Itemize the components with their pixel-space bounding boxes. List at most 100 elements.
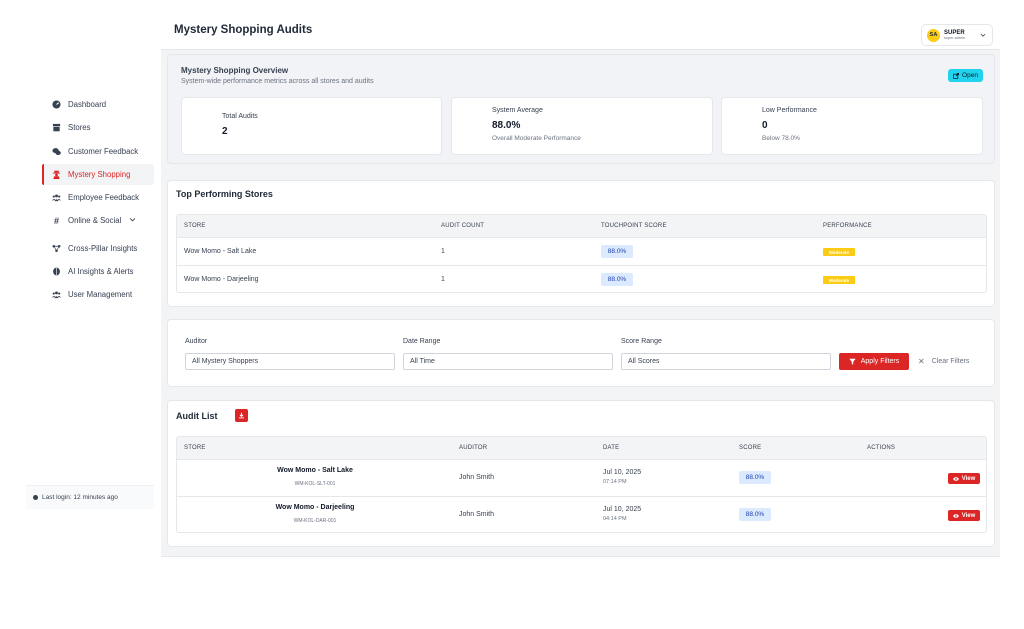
overview-card: Mystery Shopping Overview System-wide pe… [167, 54, 995, 164]
date-range-select[interactable]: All Time [403, 353, 613, 370]
store-name: Wow Momo - Salt Lake [277, 467, 353, 474]
score-range-label: Score Range [621, 338, 662, 345]
section-title: Top Performing Stores [176, 189, 273, 199]
sidebar-item-mystery-shopping[interactable]: Mystery Shopping [42, 163, 154, 185]
count-cell: 1 [441, 276, 445, 283]
download-icon [239, 412, 244, 419]
clear-filters-button[interactable]: ✕ Clear Filters [918, 357, 969, 366]
date-cell: Jul 10, 2025 [603, 506, 642, 513]
top-stores-table: STORE AUDIT COUNT TOUCHPOINT SCORE PERFO… [176, 214, 987, 293]
store-name: Wow Momo - Darjeeling [275, 504, 355, 511]
sidebar-item-label: Dashboard [68, 100, 107, 109]
dashboard-icon [52, 100, 61, 109]
performance-badge: Moderate [823, 248, 855, 256]
download-button[interactable] [235, 409, 248, 422]
score-pill: 88.0% [601, 273, 633, 286]
time-cell: 07:14 PM [603, 479, 627, 485]
sidebar-item-label: Mystery Shopping [68, 169, 131, 179]
external-link-icon [953, 72, 960, 79]
table-row: Wow Momo - Darjeeling 1 88.0% Moderate [177, 266, 986, 292]
score-range-select[interactable]: All Scores [621, 353, 831, 370]
sidebar-nav: Dashboard Stores Customer Feedback Myste… [42, 94, 154, 308]
sidebar-item-dashboard[interactable]: Dashboard [42, 94, 154, 115]
count-cell: 1 [441, 248, 445, 255]
time-cell: 04:14 PM [603, 516, 627, 522]
stat-label: Low Performance [762, 107, 817, 114]
store-cell: Wow Momo - Darjeeling [184, 276, 259, 283]
table-row: Wow Momo - Darjeeling WM-KOL-DAR-001 Joh… [177, 497, 986, 532]
top-bar: Mystery Shopping Audits SA SUPER super-a… [161, 0, 1000, 50]
network-icon [52, 244, 61, 253]
auditor-label: Auditor [185, 338, 208, 345]
column-header: PERFORMANCE [823, 223, 872, 229]
main-content: Mystery Shopping Audits SA SUPER super-a… [161, 0, 1000, 557]
hashtag-icon: # [53, 215, 59, 226]
table-row: Wow Momo - Salt Lake WM-KOL-SLT-001 John… [177, 460, 986, 497]
store-code: WM-KOL-DAR-001 [293, 518, 337, 524]
auditor-select[interactable]: All Mystery Shoppers [185, 353, 395, 370]
auditor-cell: John Smith [459, 511, 495, 518]
apply-filters-button[interactable]: Apply Filters [839, 353, 909, 370]
open-label: Open [962, 72, 978, 79]
stat-sub: Overall Moderate Performance [492, 135, 581, 142]
sidebar-item-label: Cross-Pillar Insights [68, 243, 138, 253]
sidebar-item-label: AI Insights & Alerts [68, 267, 134, 277]
store-icon [52, 123, 61, 132]
store-code: WM-KOL-SLT-001 [294, 481, 336, 487]
sidebar-item-cross-pillar-insights[interactable]: Cross-Pillar Insights [42, 238, 154, 259]
clear-filters-label: Clear Filters [931, 358, 970, 365]
date-range-label: Date Range [403, 338, 441, 345]
chevron-down-icon[interactable] [129, 216, 136, 225]
view-label: View [961, 475, 976, 482]
sidebar-item-stores[interactable]: Stores [42, 117, 154, 138]
table-row: Wow Momo - Salt Lake 1 88.0% Moderate [177, 238, 986, 266]
stat-value: 0 [762, 120, 768, 131]
sidebar: Dashboard Stores Customer Feedback Myste… [0, 0, 160, 510]
sidebar-item-user-management[interactable]: User Management [42, 284, 154, 305]
audit-list-table: STORE AUDITOR DATE SCORE ACTIONS Wow Mom… [176, 436, 987, 533]
table-header: STORE AUDITOR DATE SCORE ACTIONS [177, 437, 986, 460]
last-login: Last login: 12 minutes ago [26, 485, 154, 509]
eye-icon [953, 476, 959, 481]
user-info: SUPER super-admin [944, 30, 965, 41]
score-pill: 88.0% [601, 245, 633, 258]
stat-system-average: System Average 88.0% Overall Moderate Pe… [451, 97, 713, 155]
avatar: SA [927, 28, 940, 42]
stat-total-audits: Total Audits 2 [181, 97, 442, 155]
eye-icon [953, 513, 959, 518]
user-secret-icon [52, 170, 61, 179]
page-title: Mystery Shopping Audits [174, 24, 313, 36]
open-button[interactable]: Open [948, 69, 983, 82]
sidebar-item-customer-feedback[interactable]: Customer Feedback [42, 141, 154, 162]
view-label: View [961, 512, 976, 519]
sidebar-item-label: Employee Feedback [68, 193, 140, 203]
stat-value: 2 [222, 126, 228, 137]
users-icon [52, 193, 61, 202]
column-header: DATE [603, 445, 620, 451]
user-menu[interactable]: SA SUPER super-admin [921, 24, 993, 46]
sidebar-item-online-social[interactable]: # Online & Social [42, 210, 154, 231]
auditor-cell: John Smith [459, 474, 495, 481]
stat-sub: Below 78.0% [762, 135, 800, 142]
overview-title: Mystery Shopping Overview [181, 66, 289, 75]
sidebar-item-label: User Management [68, 290, 133, 300]
users-cog-icon [52, 290, 61, 299]
close-icon: ✕ [918, 357, 925, 366]
user-role: super-admin [944, 35, 966, 40]
sidebar-item-ai-insights[interactable]: AI Insights & Alerts [42, 261, 154, 282]
apply-filters-label: Apply Filters [860, 358, 900, 365]
user-name: SUPER [944, 29, 965, 36]
column-header: AUDIT COUNT [441, 223, 485, 229]
stat-label: System Average [492, 107, 543, 114]
column-header: TOUCHPOINT SCORE [601, 223, 667, 229]
overview-subtitle: System-wide performance metrics across a… [181, 78, 374, 85]
sidebar-item-employee-feedback[interactable]: Employee Feedback [42, 187, 154, 208]
column-header: STORE [184, 445, 206, 451]
view-button[interactable]: View [948, 510, 980, 521]
sidebar-item-label: Online & Social [68, 216, 122, 226]
chat-bubbles-icon [52, 147, 61, 156]
filters-card: Auditor All Mystery Shoppers Date Range … [167, 319, 995, 387]
audit-list-card: Audit List STORE AUDITOR DATE SCORE ACTI… [167, 400, 995, 547]
brain-icon [52, 267, 61, 276]
view-button[interactable]: View [948, 473, 980, 484]
